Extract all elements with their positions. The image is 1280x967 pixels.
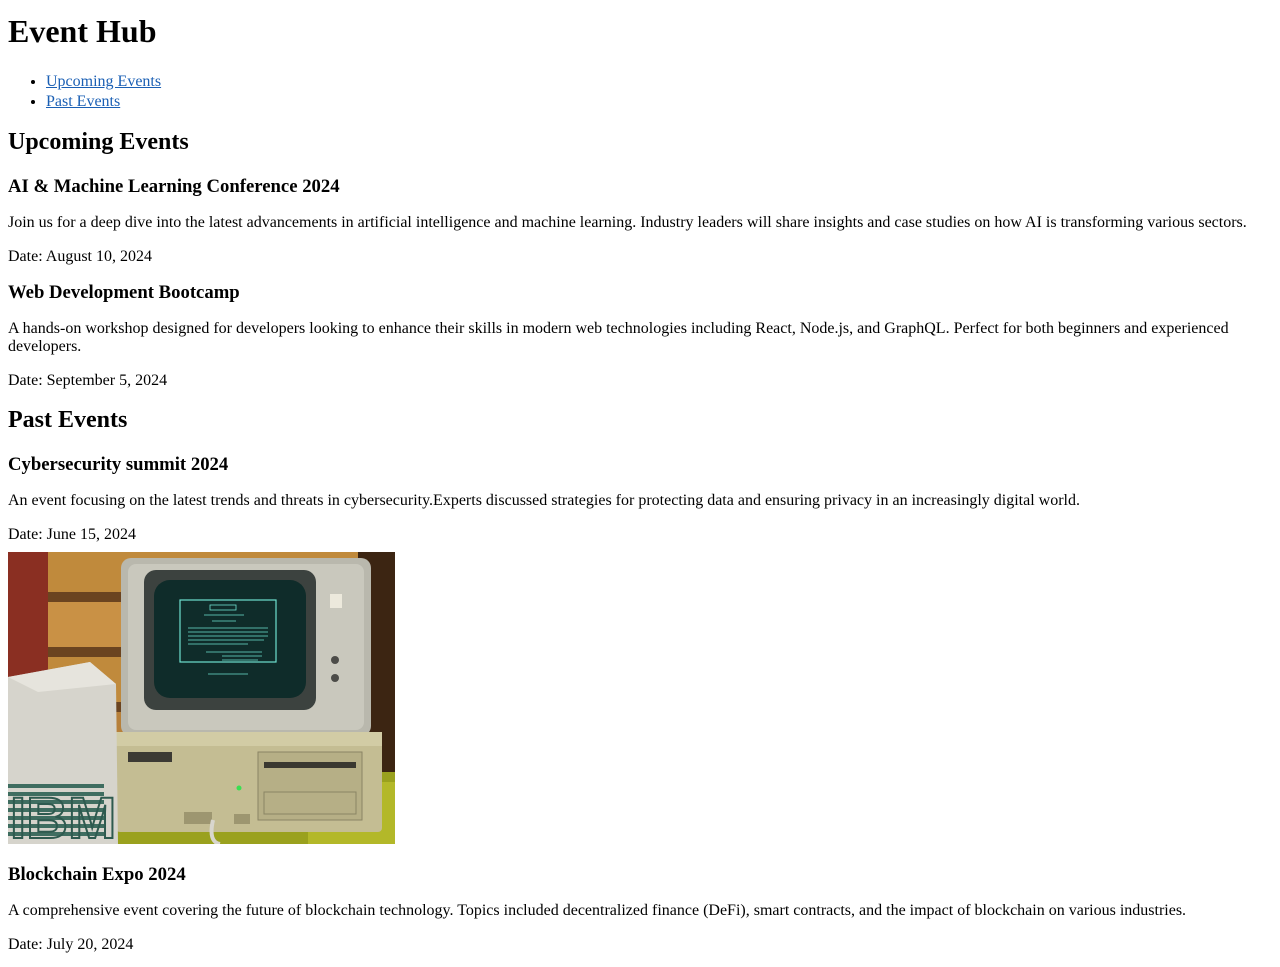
nav-link-past-events[interactable]: Past Events — [46, 93, 120, 110]
event-date: Date: June 15, 2024 — [8, 526, 136, 543]
event-card: Blockchain Expo 2024 A comprehensive eve… — [8, 864, 1272, 954]
event-title: AI & Machine Learning Conference 2024 — [8, 176, 340, 197]
event-photo-vintage-computer: IBM — [8, 552, 395, 844]
nav-link-upcoming-events[interactable]: Upcoming Events — [46, 73, 161, 90]
section-heading-past: Past Events — [8, 407, 128, 433]
event-date: Date: August 10, 2024 — [8, 248, 152, 265]
event-card: Web Development Bootcamp A hands-on work… — [8, 282, 1272, 390]
section-heading-upcoming: Upcoming Events — [8, 129, 189, 155]
nav-list: Upcoming Events Past Events — [8, 72, 1272, 112]
nav-item-upcoming: Upcoming Events — [46, 72, 1272, 92]
nav-item-past: Past Events — [46, 92, 1272, 112]
event-title: Blockchain Expo 2024 — [8, 864, 186, 885]
event-title: Cybersecurity summit 2024 — [8, 454, 229, 475]
event-card: AI & Machine Learning Conference 2024 Jo… — [8, 176, 1272, 266]
event-title: Web Development Bootcamp — [8, 282, 240, 303]
event-description: A comprehensive event covering the futur… — [8, 902, 1187, 919]
event-description: A hands-on workshop designed for develop… — [8, 320, 1229, 355]
svg-text:IBM: IBM — [10, 786, 116, 844]
page: Event Hub Upcoming Events Past Events Up… — [0, 13, 1280, 954]
event-description: Join us for a deep dive into the latest … — [8, 214, 1247, 231]
past-events-section: Past Events Cybersecurity summit 2024 An… — [8, 406, 1272, 954]
event-card: Cybersecurity summit 2024 An event focus… — [8, 454, 1272, 844]
event-date: Date: July 20, 2024 — [8, 936, 134, 953]
site-title: Event Hub — [8, 13, 157, 49]
upcoming-events-section: Upcoming Events AI & Machine Learning Co… — [8, 128, 1272, 390]
event-description: An event focusing on the latest trends a… — [8, 492, 1080, 509]
event-date: Date: September 5, 2024 — [8, 372, 168, 389]
